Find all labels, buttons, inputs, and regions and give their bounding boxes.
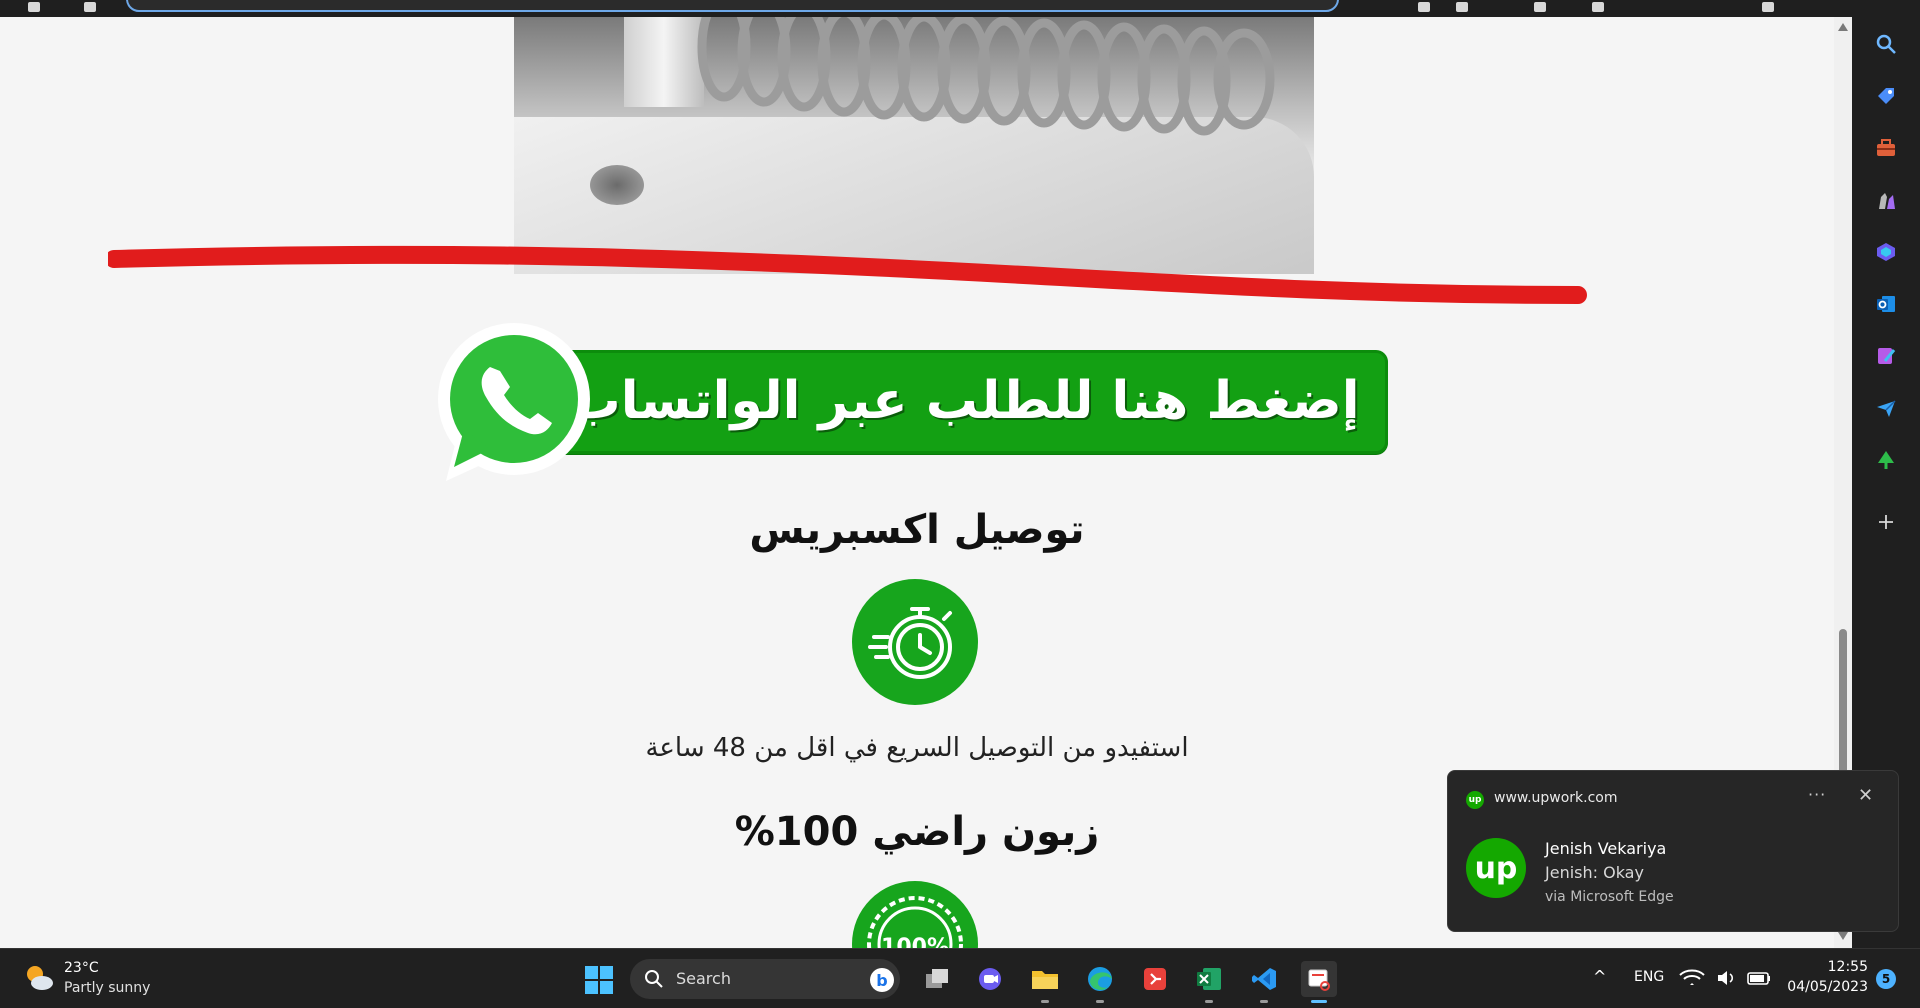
edge-icon[interactable] [1082,961,1118,1003]
express-delivery-text: استفيدو من التوصيل السريع في اقل من 48 س… [645,733,1189,763]
games-icon[interactable] [1872,186,1900,214]
excel-icon[interactable] [1191,961,1227,1003]
extension-icon[interactable] [1418,2,1430,12]
address-bar[interactable] [126,0,1339,12]
close-notification-button[interactable]: ✕ [1858,785,1873,806]
browser-toolbar [0,0,1852,17]
input-language[interactable]: ENG [1634,969,1664,985]
teams-icon[interactable] [972,961,1008,997]
profile-icon[interactable] [1762,2,1774,12]
scroll-up-arrow[interactable] [1838,23,1848,31]
taskbar-search[interactable]: Search b [630,959,900,999]
bing-icon[interactable]: b [870,968,894,992]
stopwatch-icon [852,579,978,705]
battery-icon [1747,972,1770,985]
product-image [514,17,1314,274]
notification-source: www.upwork.com [1494,790,1618,806]
add-icon[interactable] [1872,508,1900,536]
whatsapp-icon [438,323,590,481]
designer-icon[interactable] [1872,342,1900,370]
git-client-icon[interactable] [1137,961,1173,997]
search-label: Search [676,969,731,988]
scroll-down-arrow[interactable] [1838,932,1848,940]
whatsapp-order-button[interactable]: إضغط هنا للطلب عبر الواتساب [424,305,1390,485]
more-options-button[interactable]: ··· [1808,785,1826,804]
notification-toast[interactable]: up www.upwork.com ··· ✕ up Jenish Vekari… [1447,770,1899,932]
partly-sunny-icon[interactable] [22,961,56,995]
running-indicator [1041,1000,1049,1003]
sink-drain [590,165,644,205]
task-view-icon[interactable] [919,961,955,997]
back-icon[interactable] [28,2,40,12]
file-explorer-icon[interactable] [1027,961,1063,1003]
running-indicator [1205,1000,1213,1003]
snipping-tool-icon[interactable] [1301,961,1337,1003]
wifi-icon [1679,969,1705,985]
express-delivery-title: توصيل اكسبريس [749,507,1085,553]
tree-icon[interactable] [1872,446,1900,474]
running-indicator [1096,1000,1104,1003]
outlook-icon[interactable] [1872,290,1900,318]
refresh-icon[interactable] [84,2,96,12]
running-indicator [1260,1000,1268,1003]
notification-sender: Jenish Vekariya [1545,839,1667,858]
notification-message: Jenish: Okay [1545,863,1644,882]
upwork-avatar-icon: up [1466,838,1526,898]
whatsapp-banner-text: إضغط هنا للطلب عبر الواتساب [568,371,1360,431]
volume-icon [1718,971,1734,985]
notification-center-badge[interactable]: 5 [1876,969,1896,989]
show-hidden-icons-button[interactable]: ^ [1593,967,1606,986]
send-icon[interactable] [1872,394,1900,422]
toolbox-icon[interactable] [1872,134,1900,162]
running-indicator [1311,1000,1327,1003]
weather-condition[interactable]: Partly sunny [64,980,150,996]
clock-time[interactable]: 12:55 [1788,959,1868,975]
collections-icon[interactable] [1592,2,1604,12]
system-tray-icons[interactable] [1678,967,1778,989]
search-icon[interactable] [1872,30,1900,58]
copilot-icon[interactable] [1872,238,1900,266]
clock-date[interactable]: 04/05/2023 [1780,979,1868,995]
search-icon [645,970,663,988]
upwork-small-icon: up [1466,791,1484,809]
vscode-icon[interactable] [1246,961,1282,1003]
satisfaction-badge-text: 100% [881,935,949,948]
satisfaction-badge-icon: 100% [852,881,978,948]
spring-hose [697,17,1275,136]
taskbar: 23°C Partly sunny Search b ^ ENG 12:55 0… [0,948,1920,1008]
tag-icon[interactable] [1872,82,1900,110]
account-icon[interactable] [1456,2,1468,12]
windows-start-icon[interactable] [584,965,614,995]
favorites-icon[interactable] [1534,2,1546,12]
notification-via: via Microsoft Edge [1545,889,1674,905]
weather-temperature[interactable]: 23°C [64,960,99,976]
